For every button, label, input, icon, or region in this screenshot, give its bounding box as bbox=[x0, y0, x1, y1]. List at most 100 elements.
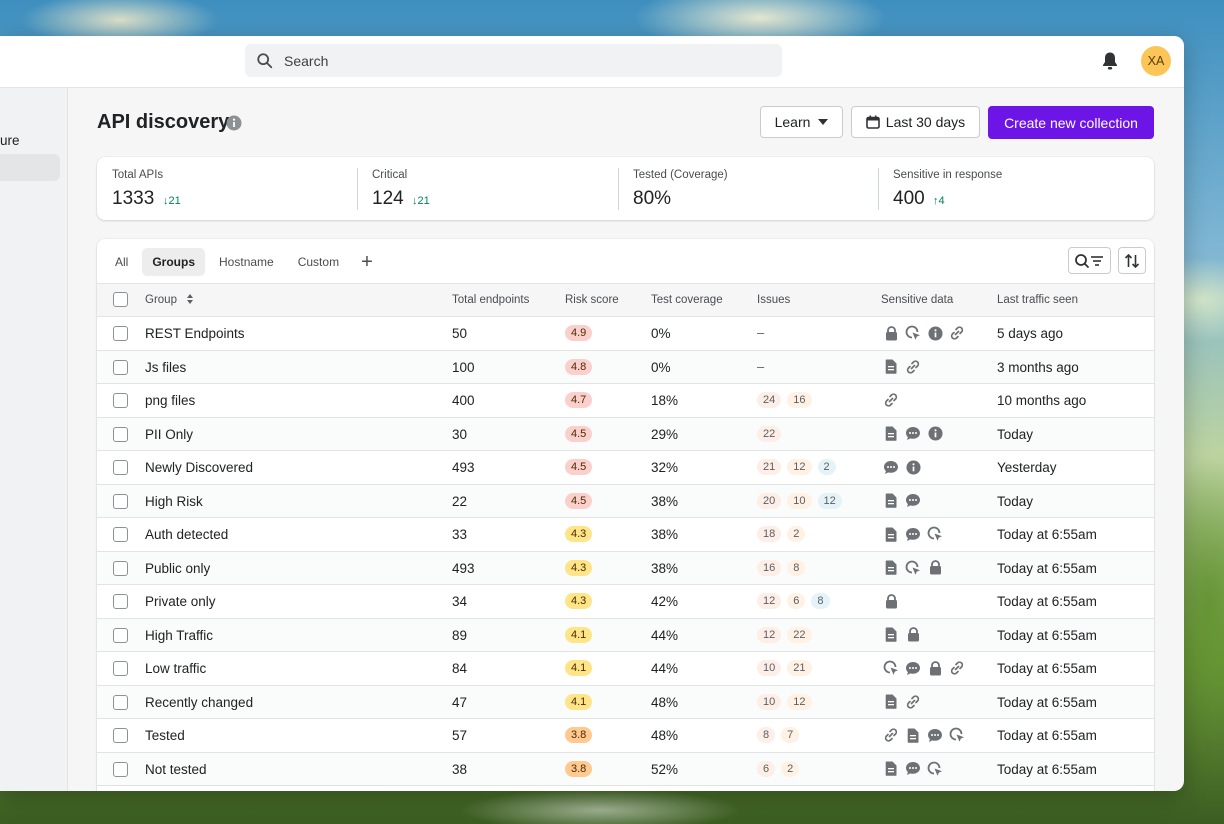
document-icon[interactable] bbox=[883, 526, 899, 542]
row-checkbox[interactable] bbox=[113, 761, 128, 777]
row-checkbox[interactable] bbox=[113, 728, 128, 743]
row-checkbox[interactable] bbox=[113, 359, 128, 375]
issue-count-badge[interactable]: 6 bbox=[787, 593, 806, 609]
chat-icon[interactable] bbox=[905, 660, 921, 676]
lock-icon[interactable] bbox=[927, 560, 943, 576]
tab-groups[interactable]: Groups bbox=[142, 248, 206, 276]
row-checkbox[interactable] bbox=[113, 627, 128, 643]
cursor-icon[interactable] bbox=[883, 660, 899, 676]
cursor-icon[interactable] bbox=[905, 560, 921, 576]
issue-count-badge[interactable]: 10 bbox=[757, 660, 782, 676]
link-icon[interactable] bbox=[905, 359, 921, 375]
document-icon[interactable] bbox=[883, 493, 899, 509]
issue-count-badge[interactable]: 12 bbox=[757, 593, 782, 609]
lock-icon[interactable] bbox=[927, 660, 943, 676]
table-row[interactable]: Recently changed 47 4.1 48% 10 12 Today at 6:5… bbox=[97, 685, 1154, 719]
table-row[interactable]: Newly Discovered 493 4.5 32% 21 12 2 Yesterday bbox=[97, 451, 1154, 485]
table-row[interactable]: Low traffic 84 4.1 44% 10 21 Today at 6:55am bbox=[97, 652, 1154, 686]
chat-icon[interactable] bbox=[927, 727, 943, 743]
row-checkbox[interactable] bbox=[113, 326, 128, 341]
group-name[interactable]: Public only bbox=[145, 561, 210, 576]
link-icon[interactable] bbox=[883, 392, 899, 408]
sidebar-item-label[interactable]: ure bbox=[0, 133, 20, 148]
row-checkbox[interactable] bbox=[113, 560, 128, 576]
tab-hostname[interactable]: Hostname bbox=[209, 248, 284, 276]
cursor-icon[interactable] bbox=[927, 761, 943, 777]
table-row[interactable]: PII Only 30 4.5 29% 22 Today bbox=[97, 417, 1154, 451]
row-checkbox[interactable] bbox=[113, 527, 128, 542]
issue-count-badge[interactable]: 2 bbox=[817, 459, 836, 475]
tab-all[interactable]: All bbox=[105, 248, 138, 276]
link-icon[interactable] bbox=[905, 694, 921, 710]
document-icon[interactable] bbox=[883, 359, 899, 375]
bell-icon[interactable] bbox=[1101, 51, 1119, 71]
search-input[interactable] bbox=[282, 51, 766, 70]
link-icon[interactable] bbox=[949, 325, 965, 341]
info-icon[interactable] bbox=[905, 459, 921, 475]
link-icon[interactable] bbox=[883, 727, 899, 743]
row-checkbox[interactable] bbox=[113, 661, 128, 676]
info-icon[interactable] bbox=[927, 426, 943, 442]
issue-count-badge[interactable]: 16 bbox=[787, 392, 812, 408]
cursor-icon[interactable] bbox=[949, 727, 965, 743]
issue-count-badge[interactable]: 8 bbox=[757, 727, 776, 743]
group-name[interactable]: High Risk bbox=[145, 494, 203, 509]
issue-count-badge[interactable]: 10 bbox=[787, 492, 812, 509]
document-icon[interactable] bbox=[905, 727, 921, 743]
chat-icon[interactable] bbox=[905, 426, 921, 442]
table-row[interactable]: High Traffic 89 4.1 44% 12 22 Today at 6:55am bbox=[97, 618, 1154, 652]
group-name[interactable]: Tested bbox=[145, 728, 185, 743]
issue-count-badge[interactable]: 10 bbox=[757, 693, 782, 710]
row-checkbox[interactable] bbox=[113, 393, 128, 408]
document-icon[interactable] bbox=[883, 761, 899, 777]
link-icon[interactable] bbox=[949, 660, 965, 676]
table-row[interactable]: Not tested 38 3.8 52% 6 2 Today at 6:55am bbox=[97, 752, 1154, 786]
table-row[interactable]: Js files 100 4.8 0% – 3 months ago bbox=[97, 350, 1154, 384]
issue-count-badge[interactable]: 22 bbox=[757, 425, 782, 442]
column-header-sensitive[interactable]: Sensitive data bbox=[881, 294, 953, 306]
document-icon[interactable] bbox=[883, 627, 899, 643]
issue-count-badge[interactable]: 6 bbox=[757, 760, 776, 777]
avatar[interactable]: XA bbox=[1141, 46, 1171, 76]
column-header-total[interactable]: Total endpoints bbox=[452, 294, 529, 306]
column-header-traffic[interactable]: Last traffic seen bbox=[997, 294, 1078, 306]
column-header-coverage[interactable]: Test coverage bbox=[651, 294, 723, 306]
document-icon[interactable] bbox=[883, 694, 899, 710]
column-header-group[interactable]: Group bbox=[145, 294, 194, 306]
table-row[interactable]: Tested 57 3.8 48% 8 7 Today at 6:55am bbox=[97, 719, 1154, 753]
issue-count-badge[interactable]: 12 bbox=[787, 459, 812, 475]
table-row[interactable]: High Risk 22 4.5 38% 20 10 12 Today bbox=[97, 484, 1154, 518]
issue-count-badge[interactable]: 21 bbox=[787, 660, 812, 676]
group-name[interactable]: Low traffic bbox=[145, 661, 206, 676]
group-name[interactable]: REST Endpoints bbox=[145, 326, 245, 341]
tab-custom[interactable]: Custom bbox=[288, 248, 349, 276]
table-row[interactable]: Auth detected 33 4.3 38% 18 2 Today at 6:55am bbox=[97, 518, 1154, 552]
search-filter-button[interactable] bbox=[1068, 247, 1111, 274]
search-bar[interactable] bbox=[245, 44, 782, 77]
issue-count-badge[interactable]: 18 bbox=[757, 526, 782, 542]
issue-count-badge[interactable]: 22 bbox=[787, 626, 812, 643]
issue-count-badge[interactable]: 7 bbox=[781, 727, 800, 743]
table-row[interactable]: Private only 34 4.3 42% 12 6 8 Today at 6:55am bbox=[97, 585, 1154, 619]
issue-count-badge[interactable]: 12 bbox=[757, 626, 782, 643]
document-icon[interactable] bbox=[883, 426, 899, 442]
chat-icon[interactable] bbox=[905, 761, 921, 777]
issue-count-badge[interactable]: 2 bbox=[781, 760, 800, 777]
add-tab-icon[interactable]: + bbox=[353, 252, 381, 272]
group-name[interactable]: Newly Discovered bbox=[145, 460, 253, 475]
issue-count-badge[interactable]: 24 bbox=[757, 392, 782, 408]
select-all-checkbox[interactable] bbox=[113, 292, 128, 307]
cursor-icon[interactable] bbox=[905, 325, 921, 341]
group-name[interactable]: Private only bbox=[145, 594, 216, 609]
issue-count-badge[interactable]: 21 bbox=[757, 459, 782, 475]
issue-count-badge[interactable]: 20 bbox=[757, 492, 782, 509]
column-header-issues[interactable]: Issues bbox=[757, 294, 790, 306]
table-row[interactable]: REST Endpoints 50 4.9 0% – 5 days ago bbox=[97, 317, 1154, 351]
chat-icon[interactable] bbox=[883, 459, 899, 475]
lock-icon[interactable] bbox=[883, 325, 899, 341]
group-name[interactable]: PII Only bbox=[145, 427, 193, 442]
lock-icon[interactable] bbox=[905, 627, 921, 643]
column-header-risk[interactable]: Risk score bbox=[565, 294, 619, 306]
cursor-icon[interactable] bbox=[927, 526, 943, 542]
sort-button[interactable] bbox=[1118, 247, 1146, 274]
